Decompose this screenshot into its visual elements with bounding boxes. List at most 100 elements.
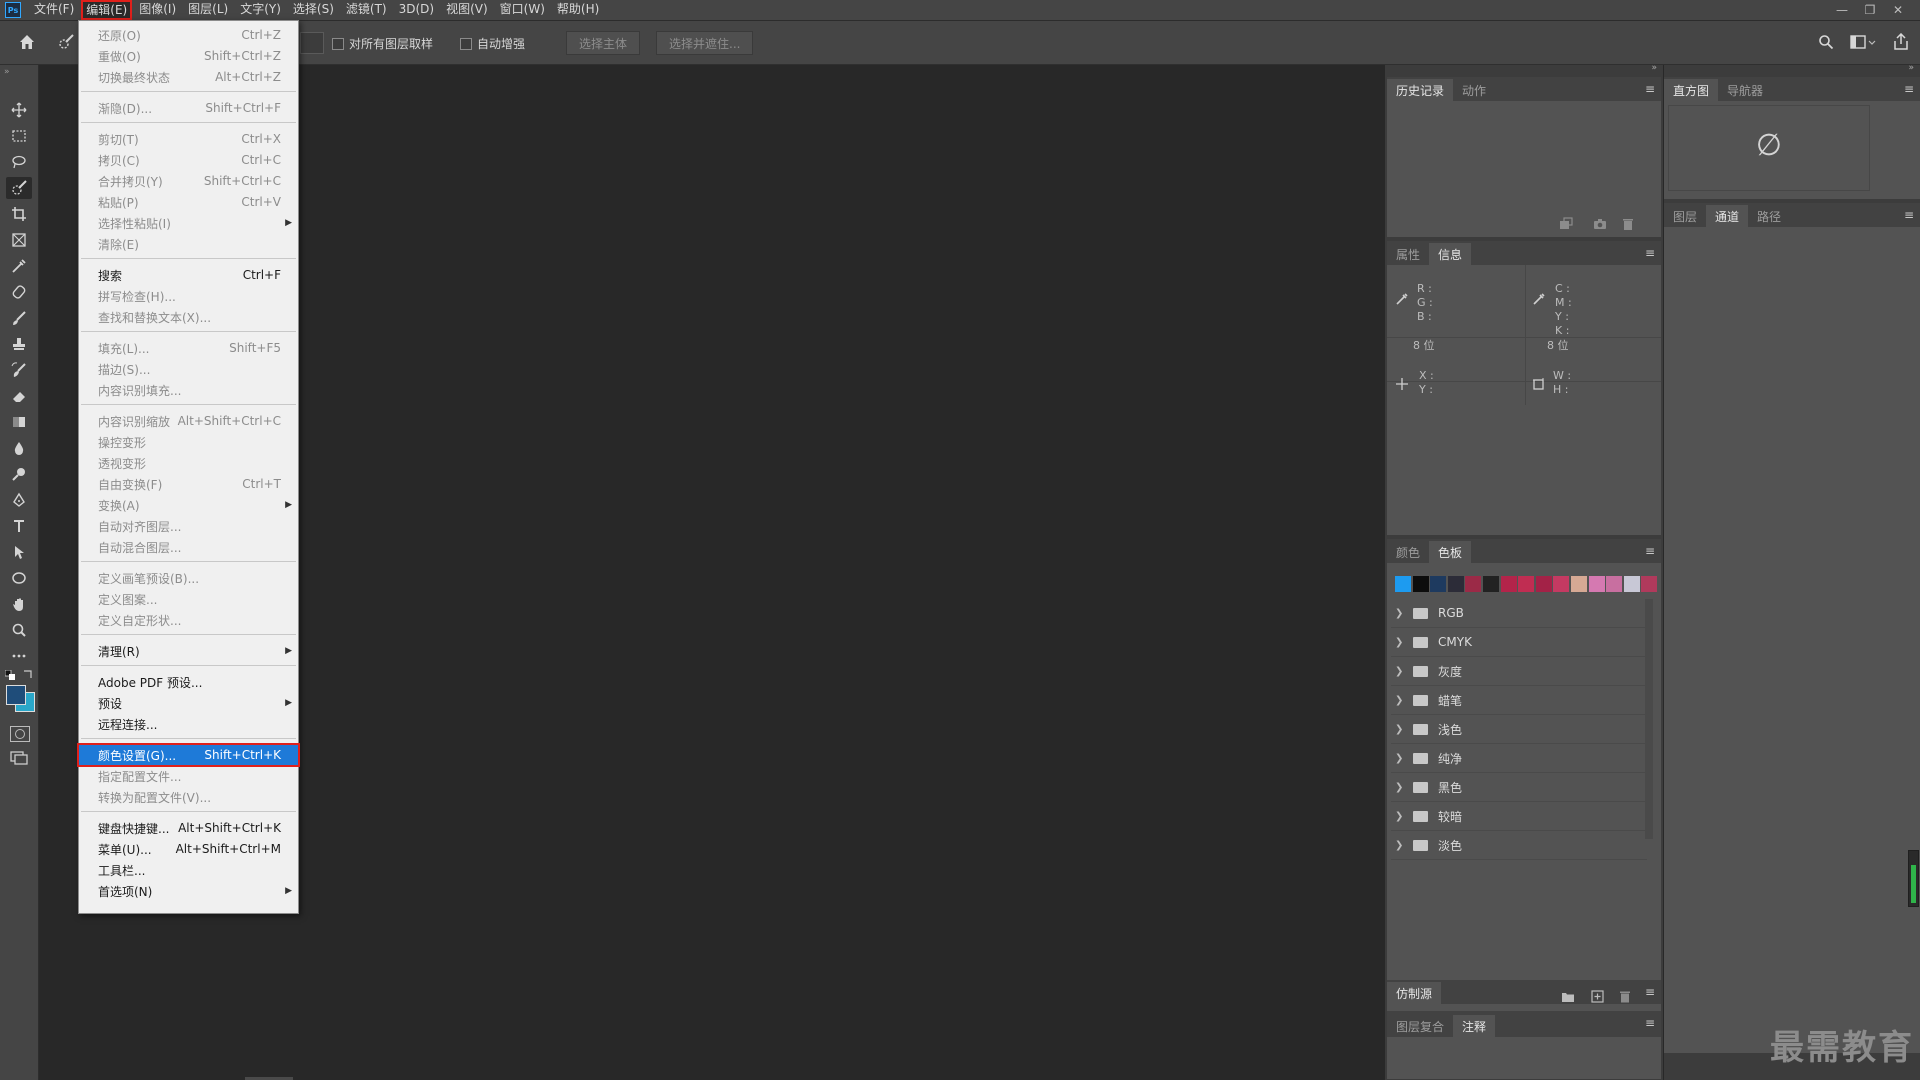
frame-tool-icon[interactable] xyxy=(6,229,32,251)
edit-menu-item[interactable]: 还原(O) Ctrl+Z xyxy=(79,25,298,45)
auto-enhance-checkbox[interactable]: 自动增强 xyxy=(460,35,525,52)
move-tool-icon[interactable] xyxy=(6,99,32,121)
path-selection-tool-icon[interactable] xyxy=(6,541,32,563)
close-button[interactable]: ✕ xyxy=(1884,0,1912,20)
tab-layers[interactable]: 图层 xyxy=(1664,205,1706,227)
edit-menu-item[interactable]: 切换最终状态 Alt+Ctrl+Z xyxy=(79,67,298,87)
edit-menu-item[interactable]: 内容识别填充... xyxy=(79,380,298,400)
swatch-group-row[interactable]: ❯ 纯净 xyxy=(1391,744,1647,773)
tab-color[interactable]: 颜色 xyxy=(1387,541,1429,563)
color-swatch[interactable] xyxy=(1606,576,1623,592)
clone-stamp-tool-icon[interactable] xyxy=(6,333,32,355)
edit-menu-item[interactable]: 定义画笔预设(B)... xyxy=(79,568,298,588)
edit-menu-item[interactable]: 指定配置文件... xyxy=(79,766,298,786)
collapse-dock-icon[interactable]: » xyxy=(1651,63,1657,73)
color-swatch[interactable] xyxy=(1588,576,1605,592)
search-icon[interactable] xyxy=(1818,34,1834,50)
color-swatch[interactable] xyxy=(1518,576,1535,592)
edit-menu-item[interactable]: 粘贴(P) Ctrl+V xyxy=(79,192,298,212)
eyedropper-icon[interactable] xyxy=(1532,292,1546,306)
edit-menu-item[interactable]: 重做(O) Shift+Ctrl+Z xyxy=(79,46,298,66)
chevron-right-icon[interactable]: ❯ xyxy=(1395,608,1407,619)
swatch-group-row[interactable]: ❯ 黑色 xyxy=(1391,773,1647,802)
edit-menu-item[interactable]: 选择性粘贴(I) ▶ xyxy=(79,213,298,233)
foreground-color-swatch[interactable] xyxy=(6,685,26,705)
tab-actions[interactable]: 动作 xyxy=(1453,79,1495,101)
menu-0[interactable]: 文件(F) xyxy=(29,0,79,20)
edit-menu-item[interactable]: 预设 ▶ xyxy=(79,693,298,713)
swatch-group-row[interactable]: ❯ 灰度 xyxy=(1391,657,1647,686)
edit-menu-item[interactable]: Adobe PDF 预设... xyxy=(79,672,298,692)
shape-tool-icon[interactable] xyxy=(6,567,32,589)
tab-properties[interactable]: 属性 xyxy=(1387,243,1429,265)
edit-menu-item[interactable]: 拷贝(C) Ctrl+C xyxy=(79,150,298,170)
share-icon[interactable] xyxy=(1893,32,1909,51)
edit-menu-item[interactable]: 菜单(U)... Alt+Shift+Ctrl+M xyxy=(79,839,298,859)
menu-10[interactable]: 帮助(H) xyxy=(552,0,604,20)
edit-menu-item[interactable]: 透视变形 xyxy=(79,453,298,473)
panel-menu-icon[interactable]: ≡ xyxy=(1645,1016,1655,1030)
color-swatch[interactable] xyxy=(1430,576,1447,592)
edit-menu-item[interactable]: 远程连接... xyxy=(79,714,298,734)
workspace-switcher-icon[interactable] xyxy=(1850,34,1876,50)
more-tools-icon[interactable] xyxy=(6,645,32,667)
chevron-right-icon[interactable]: ❯ xyxy=(1395,782,1407,793)
edit-menu-item[interactable]: 键盘快捷键... Alt+Shift+Ctrl+K xyxy=(79,818,298,838)
collapse-toolbar-icon[interactable]: » xyxy=(4,67,10,77)
color-swatch[interactable] xyxy=(1571,576,1587,592)
tab-channels[interactable]: 通道 xyxy=(1706,205,1749,227)
panel-menu-icon[interactable]: ≡ xyxy=(1645,985,1655,999)
edit-menu-item[interactable]: 定义自定形状... xyxy=(79,610,298,630)
new-swatch-icon[interactable] xyxy=(1591,990,1604,1003)
panel-menu-icon[interactable]: ≡ xyxy=(1645,246,1655,260)
dodge-tool-icon[interactable] xyxy=(6,463,32,485)
edit-menu-item[interactable]: 搜索 Ctrl+F xyxy=(79,265,298,285)
trash-icon[interactable] xyxy=(1621,217,1635,231)
edit-menu-item[interactable]: 转换为配置文件(V)... xyxy=(79,787,298,807)
color-swatch[interactable] xyxy=(1553,576,1570,592)
menu-7[interactable]: 3D(D) xyxy=(394,0,439,20)
edit-menu-item[interactable]: 拼写检查(H)... xyxy=(79,286,298,306)
tab-notes[interactable]: 注释 xyxy=(1453,1015,1496,1037)
swatch-group-row[interactable]: ❯ CMYK xyxy=(1391,628,1647,657)
blur-tool-icon[interactable] xyxy=(6,437,32,459)
tab-swatches[interactable]: 色板 xyxy=(1429,541,1472,563)
color-swatch[interactable] xyxy=(1641,576,1658,592)
edit-menu-item[interactable]: 工具栏... xyxy=(79,860,298,880)
zoom-tool-icon[interactable] xyxy=(6,619,32,641)
tab-info[interactable]: 信息 xyxy=(1429,243,1472,265)
edit-menu-item[interactable]: 操控变形 xyxy=(79,432,298,452)
chevron-right-icon[interactable]: ❯ xyxy=(1395,695,1407,706)
tab-clone-source[interactable]: 仿制源 xyxy=(1387,982,1442,1004)
sample-all-layers-checkbox[interactable]: 对所有图层取样 xyxy=(332,35,433,52)
restore-button[interactable]: ❐ xyxy=(1856,0,1884,20)
edit-menu-item[interactable]: 颜色设置(G)... Shift+Ctrl+K xyxy=(77,743,300,767)
panel-menu-icon[interactable]: ≡ xyxy=(1904,208,1914,222)
menu-9[interactable]: 窗口(W) xyxy=(495,0,550,20)
brush-tool-icon[interactable] xyxy=(6,307,32,329)
edit-menu-item[interactable]: 清除(E) xyxy=(79,234,298,254)
edit-menu-item[interactable]: 清理(R) ▶ xyxy=(79,641,298,661)
edit-menu-item[interactable]: 变换(A) ▶ xyxy=(79,495,298,515)
chevron-right-icon[interactable]: ❯ xyxy=(1395,637,1407,648)
edit-menu-item[interactable]: 自动混合图层... xyxy=(79,537,298,557)
menu-8[interactable]: 视图(V) xyxy=(441,0,493,20)
healing-brush-tool-icon[interactable] xyxy=(6,281,32,303)
menu-6[interactable]: 滤镜(T) xyxy=(341,0,392,20)
history-brush-tool-icon[interactable] xyxy=(6,359,32,381)
swatch-group-row[interactable]: ❯ RGB xyxy=(1391,599,1647,628)
chevron-right-icon[interactable]: ❯ xyxy=(1395,753,1407,764)
edit-menu-item[interactable]: 首选项(N) ▶ xyxy=(79,881,298,901)
channels-scrollbar[interactable] xyxy=(1908,850,1919,907)
chevron-right-icon[interactable]: ❯ xyxy=(1395,666,1407,677)
menu-3[interactable]: 图层(L) xyxy=(183,0,233,20)
panel-menu-icon[interactable]: ≡ xyxy=(1645,544,1655,558)
eyedropper-tool-icon[interactable] xyxy=(6,255,32,277)
swatch-group-row[interactable]: ❯ 浅色 xyxy=(1391,715,1647,744)
checkbox-box[interactable] xyxy=(332,37,344,50)
tab-layer-comps[interactable]: 图层复合 xyxy=(1387,1015,1453,1037)
eyedropper-icon[interactable] xyxy=(1395,292,1409,306)
gradient-tool-icon[interactable] xyxy=(6,411,32,433)
edit-menu-item[interactable]: 剪切(T) Ctrl+X xyxy=(79,129,298,149)
edit-menu-item[interactable]: 自由变换(F) Ctrl+T xyxy=(79,474,298,494)
